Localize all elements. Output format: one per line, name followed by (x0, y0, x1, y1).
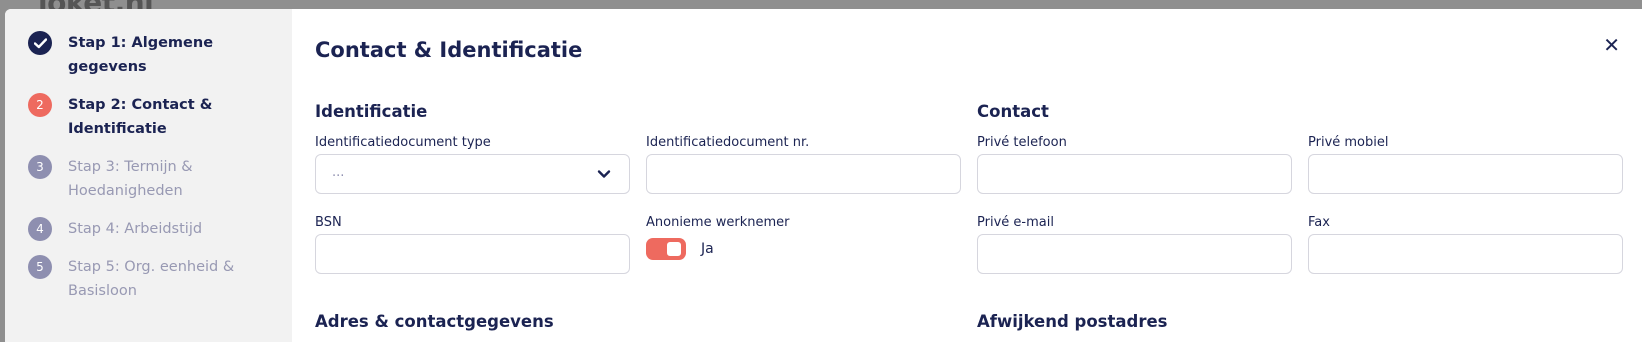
doc-type-select[interactable]: ... (315, 154, 630, 194)
step-5[interactable]: 5 Stap 5: Org. eenheid & Basisloon (5, 255, 292, 303)
check-icon (28, 31, 52, 55)
step-4[interactable]: 4 Stap 4: Arbeidstijd (5, 217, 292, 241)
bsn-label: BSN (315, 215, 342, 230)
doc-nr-input[interactable] (646, 154, 961, 194)
section-title-identificatie: Identificatie (315, 102, 428, 121)
email-input[interactable] (977, 234, 1292, 274)
doc-type-value: ... (332, 165, 345, 180)
step-2-number: 2 (28, 93, 52, 117)
toggle-knob (667, 242, 681, 256)
step-5-label: Stap 5: Org. eenheid & Basisloon (68, 259, 235, 299)
step-1-label: Stap 1: Algemene gegevens (68, 35, 214, 75)
mobiel-label: Privé mobiel (1308, 135, 1389, 150)
modal-title: Contact & Identificatie (315, 38, 583, 62)
close-icon[interactable]: ✕ (1603, 33, 1620, 57)
tel-label: Privé telefoon (977, 135, 1067, 150)
step-1[interactable]: Stap 1: Algemene gegevens (5, 31, 292, 79)
modal-dialog: Stap 1: Algemene gegevens 2 Stap 2: Cont… (5, 9, 1642, 342)
step-3-label: Stap 3: Termijn & Hoedanigheden (68, 159, 193, 199)
section-title-adres: Adres & contactgegevens (315, 312, 554, 331)
step-5-number: 5 (28, 255, 52, 279)
anoniem-toggle-text: Ja (701, 241, 714, 257)
fax-label: Fax (1308, 215, 1330, 230)
mobiel-input[interactable] (1308, 154, 1623, 194)
modal-content: Contact & Identificatie ✕ Identificatie … (292, 9, 1642, 342)
section-title-postadres: Afwijkend postadres (977, 312, 1168, 331)
step-3[interactable]: 3 Stap 3: Termijn & Hoedanigheden (5, 155, 292, 203)
fax-input[interactable] (1308, 234, 1623, 274)
step-3-number: 3 (28, 155, 52, 179)
email-label: Privé e-mail (977, 215, 1054, 230)
bsn-input[interactable] (315, 234, 630, 274)
chevron-down-icon (597, 170, 611, 178)
anoniem-label: Anonieme werknemer (646, 215, 790, 230)
tel-input[interactable] (977, 154, 1292, 194)
doc-nr-label: Identificatiedocument nr. (646, 135, 810, 150)
step-2[interactable]: 2 Stap 2: Contact & Identificatie (5, 93, 292, 141)
doc-type-label: Identificatiedocument type (315, 135, 491, 150)
section-title-contact: Contact (977, 102, 1049, 121)
step-4-number: 4 (28, 217, 52, 241)
anoniem-toggle[interactable] (646, 238, 686, 260)
step-4-label: Stap 4: Arbeidstijd (68, 221, 203, 237)
anoniem-toggle-group: Ja (646, 238, 714, 260)
wizard-steps: Stap 1: Algemene gegevens 2 Stap 2: Cont… (5, 9, 292, 342)
step-2-label: Stap 2: Contact & Identificatie (68, 97, 213, 137)
